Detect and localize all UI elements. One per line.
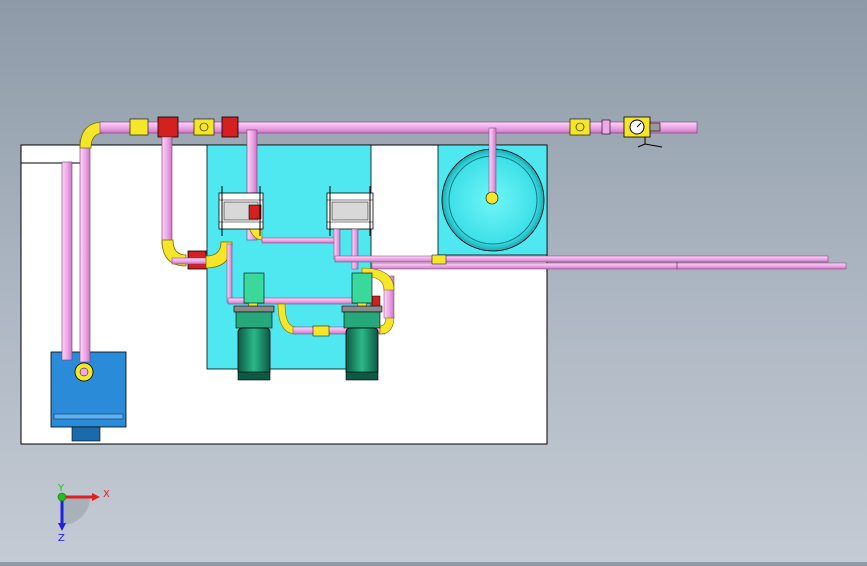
z-axis-head [58,523,66,531]
filter-right-down [333,228,341,260]
header-flange-1 [129,118,149,136]
header-union-1 [193,118,215,136]
sump-tank-lip [53,413,124,420]
riser-pipe-left [61,161,73,361]
y-axis-label: Y [57,483,65,494]
outlet-pipe-upper[interactable] [334,255,829,263]
header-valve-1[interactable] [157,116,179,138]
frame-top-ledge [20,144,82,164]
header-union-2 [569,118,591,136]
pump-loop-valve[interactable] [312,325,330,337]
filter-left[interactable] [218,186,264,236]
assembly-drawing[interactable]: X Y Z [0,0,867,562]
header-valve-2[interactable] [221,116,239,138]
tank-inlet-pipe [488,127,497,199]
outlet-fitting [431,254,447,265]
triad-shadow [62,497,90,525]
mid-pipe-stub [171,257,211,265]
z-axis-label: Z [58,533,65,544]
x-axis-head [92,493,100,501]
gauge-stand [637,137,663,148]
x-axis-label: X [103,489,110,500]
drop-pipe-left [161,136,173,246]
filter-right[interactable] [326,186,374,236]
cad-viewport[interactable]: X Y Z [0,0,867,562]
header-coupling [601,119,611,135]
coordinate-triad: X Y Z [57,483,110,544]
riser-pipe-right [79,139,91,363]
gauge-stem [649,122,661,132]
y-axis-dot [57,492,67,502]
filter-right-down-2 [351,228,359,270]
sump-drain [71,426,101,442]
filter-link-pipe [261,237,337,244]
pump-suction-left [226,243,233,303]
sump-inlet-hole [79,367,89,377]
tank-inlet-fitting [485,191,499,205]
